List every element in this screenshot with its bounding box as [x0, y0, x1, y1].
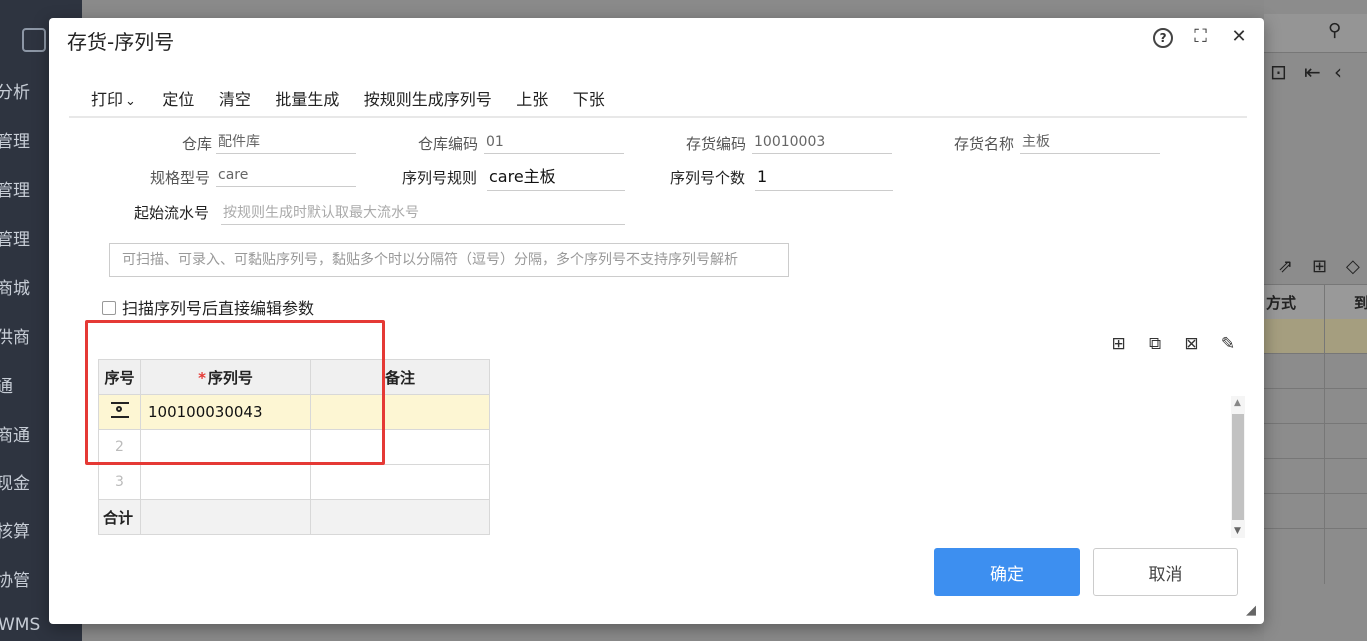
column-header: 方式 [1266, 294, 1297, 312]
warehouse-label: 仓库 [182, 135, 213, 153]
app-logo-icon [22, 28, 46, 52]
total-label: 合计 [98, 499, 141, 535]
warehouse-field: 配件库 [216, 131, 356, 154]
dialog-header-actions: ? ⛶ ✕ [1141, 26, 1250, 48]
divider [1324, 284, 1325, 584]
row-seq-cell[interactable] [98, 394, 141, 430]
ruler-icon[interactable]: ◇ [1346, 256, 1360, 277]
table-header-row: 序号 * 序列号 备注 [98, 359, 490, 395]
layout-icon[interactable]: ⊞ [1312, 256, 1327, 277]
inventory-name-field: 主板 [1020, 131, 1160, 154]
clear-button[interactable]: 清空 [219, 90, 251, 109]
scroll-down-icon[interactable]: ▼ [1234, 526, 1241, 536]
background-table-header: 方式 到 [1264, 284, 1367, 320]
edit-params-checkbox[interactable]: 扫描序列号后直接编辑参数 [102, 295, 314, 319]
cancel-button[interactable]: 取消 [1093, 548, 1238, 596]
serial-table: 序号 * 序列号 备注 100100030043 2 3 合计 [98, 359, 490, 535]
scan-serial-input[interactable] [110, 244, 788, 276]
row-seq-cell: 3 [98, 464, 141, 500]
table-toolbar: ⊞ ⧉ ⊠ ✎ [1097, 334, 1238, 354]
background-table-row [1264, 389, 1367, 424]
required-mark: * [198, 368, 206, 387]
column-header-remark: 备注 [310, 359, 490, 395]
scroll-up-icon[interactable]: ▲ [1234, 398, 1241, 408]
column-header-serial: * 序列号 [140, 359, 311, 395]
edit-icon[interactable]: ✎ [1218, 334, 1238, 354]
chevron-down-icon: ⌄ [125, 94, 136, 109]
scrollbar-thumb[interactable] [1232, 414, 1244, 520]
remark-cell[interactable] [310, 464, 490, 500]
serial-header-label: 序列号 [207, 368, 253, 387]
previous-record-button[interactable]: 上张 [516, 90, 548, 109]
prev-page-icon[interactable]: ‹ [1334, 60, 1342, 84]
remark-cell[interactable] [310, 429, 490, 465]
add-row-icon[interactable]: ⊞ [1109, 334, 1129, 354]
remark-cell[interactable] [310, 394, 490, 430]
rule-generate-button[interactable]: 按规则生成序列号 [364, 90, 492, 109]
confirm-button[interactable]: 确定 [934, 548, 1080, 596]
serial-count-label: 序列号个数 [670, 169, 746, 187]
help-icon[interactable]: ? [1153, 28, 1174, 48]
table-row[interactable]: 3 [98, 464, 490, 500]
background-right-panel: ⚲ ⊡ ⇤ ‹ ⇗ ⊞ ◇ 方式 到 [1264, 0, 1367, 641]
next-record-button[interactable]: 下张 [573, 90, 605, 109]
total-serial-cell [140, 499, 311, 535]
checkbox-label: 扫描序列号后直接编辑参数 [122, 299, 315, 318]
serial-rule-label: 序列号规则 [402, 169, 478, 187]
row-seq-cell: 2 [98, 429, 141, 465]
print-label: 打印 [91, 90, 124, 109]
spec-field: care [216, 164, 356, 187]
start-serial-field[interactable]: 按规则生成时默认取最大流水号 [221, 202, 625, 225]
inventory-name-label: 存货名称 [954, 135, 1015, 153]
dialog-toolbar: 打印 ⌄ 定位 清空 批量生成 按规则生成序列号 上张 下张 [91, 86, 625, 110]
export-icon[interactable]: ⇗ [1278, 256, 1293, 277]
batch-generate-button[interactable]: 批量生成 [275, 90, 339, 109]
resize-grip-icon[interactable]: ◢ [1246, 603, 1256, 618]
first-page-icon[interactable]: ⇤ [1304, 60, 1321, 84]
table-scrollbar[interactable]: ▲ ▼ [1231, 396, 1245, 538]
dialog-title: 存货-序列号 [67, 30, 175, 54]
toolbar-divider [69, 116, 1247, 118]
serial-count-field[interactable]: 1 [755, 166, 893, 191]
preview-icon[interactable]: ⊡ [1270, 60, 1287, 84]
column-header-seq: 序号 [98, 359, 141, 395]
row-settings-icon[interactable] [110, 402, 129, 418]
warehouse-code-field: 01 [484, 131, 624, 154]
inventory-code-label: 存货编码 [686, 135, 747, 153]
serial-cell[interactable]: 100100030043 [140, 394, 311, 430]
column-header: 到 [1354, 294, 1367, 312]
background-table-row [1264, 459, 1367, 494]
checkbox-icon[interactable] [102, 301, 116, 315]
serial-cell[interactable] [140, 464, 311, 500]
delete-row-icon[interactable]: ⊠ [1182, 334, 1202, 354]
warehouse-code-label: 仓库编码 [418, 135, 479, 153]
inventory-code-field: 10010003 [752, 131, 892, 154]
search-icon[interactable]: ⚲ [1328, 20, 1341, 41]
serial-rule-field[interactable]: care主板 [487, 166, 625, 191]
background-table-row [1264, 319, 1367, 354]
scan-input-box [109, 243, 789, 277]
table-total-row: 合计 [98, 499, 490, 535]
spec-label: 规格型号 [150, 169, 211, 187]
locate-button[interactable]: 定位 [162, 90, 194, 109]
copy-row-icon[interactable]: ⧉ [1145, 334, 1165, 354]
maximize-icon[interactable]: ⛶ [1190, 26, 1212, 48]
background-toolbar: ⚲ [1264, 14, 1367, 53]
background-table-row [1264, 494, 1367, 529]
serial-number-dialog: 存货-序列号 ? ⛶ ✕ 打印 ⌄ 定位 清空 批量生成 按规则生成序列号 上张 … [49, 18, 1264, 624]
start-serial-label: 起始流水号 [134, 204, 210, 222]
table-row[interactable]: 100100030043 [98, 394, 490, 430]
print-button[interactable]: 打印 ⌄ [91, 90, 136, 109]
total-remark-cell [310, 499, 490, 535]
background-table-row [1264, 424, 1367, 459]
serial-cell[interactable] [140, 429, 311, 465]
background-table-row [1264, 354, 1367, 389]
close-icon[interactable]: ✕ [1228, 26, 1250, 48]
table-row[interactable]: 2 [98, 429, 490, 465]
